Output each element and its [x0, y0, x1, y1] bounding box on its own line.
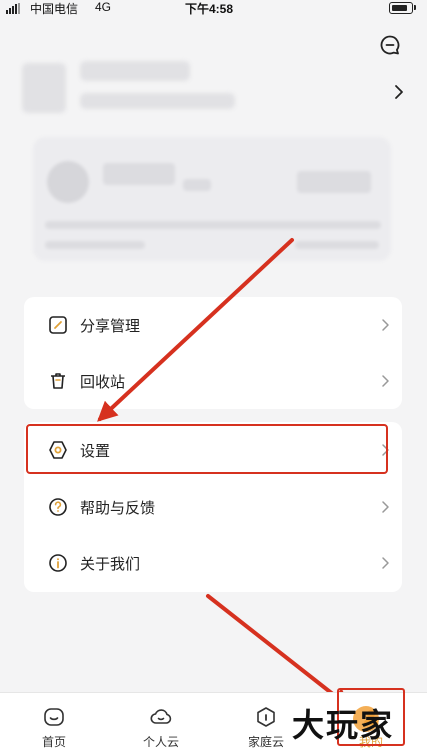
watermark: 大玩家	[292, 706, 395, 744]
arrow-to-mine-tab	[206, 594, 352, 709]
tab-label: 首页	[41, 735, 66, 749]
tab-personal-cloud[interactable]: 个人云	[121, 693, 201, 750]
arrow-to-settings	[97, 238, 294, 422]
family-cloud-tab-icon	[257, 707, 275, 727]
home-tab-icon	[44, 708, 64, 726]
cloud-tab-icon	[150, 709, 172, 724]
tab-home[interactable]: 首页	[14, 693, 94, 750]
annotation-arrows	[97, 238, 352, 709]
tab-label: 个人云	[142, 735, 179, 749]
